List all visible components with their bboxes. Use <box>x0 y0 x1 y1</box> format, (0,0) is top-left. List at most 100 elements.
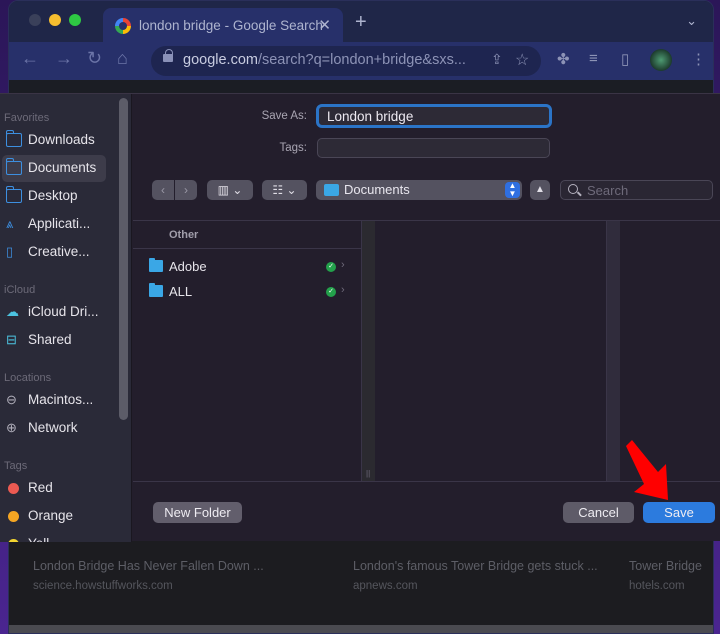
sidebar-tag-orange[interactable]: Orange <box>2 503 106 530</box>
more-menu-icon[interactable]: ⋮ <box>691 50 706 68</box>
location-label: Documents <box>344 182 410 197</box>
page-scroll-strip <box>9 625 713 633</box>
tab-close-icon[interactable]: ✕ <box>318 16 331 34</box>
sidebar-item-documents[interactable]: Documents <box>2 155 106 182</box>
result-card[interactable]: London Bridge Has Never Fallen Down ... … <box>33 559 264 592</box>
sidebar-item-label: Orange <box>28 508 74 523</box>
document-icon: ▯ <box>6 244 14 259</box>
grip-icon: || <box>366 469 371 478</box>
tab-bar: london bridge - Google Search ✕ + ⌄ <box>9 1 713 45</box>
folder-icon <box>324 184 339 196</box>
sidebar-item-label: Yell... <box>28 536 61 542</box>
result-title: Tower Bridge <box>629 559 702 573</box>
globe-icon: ⊕ <box>6 420 17 435</box>
sidebar-item-label: Downloads <box>28 132 95 147</box>
bookmark-star-icon[interactable]: ☆ <box>515 50 529 70</box>
collapse-toggle-button[interactable]: ▲ <box>530 180 550 200</box>
result-card[interactable]: Tower Bridge hotels.com <box>629 559 702 592</box>
location-dropdown[interactable]: Documents ▲ ▼ <box>316 180 522 200</box>
sidebar-item-label: Network <box>28 420 78 435</box>
browser-toolbar: ← → ↻ ⌂ google.com/search?q=london+bridg… <box>9 42 713 80</box>
folder-icon <box>149 258 163 272</box>
media-control-icon[interactable]: ≡ <box>589 50 598 67</box>
search-placeholder: Search <box>587 183 629 198</box>
section-favorites: Favorites <box>4 112 50 124</box>
window-close-button[interactable] <box>29 14 41 26</box>
sidebar-item-network[interactable]: ⊕ Network <box>2 415 106 442</box>
result-site: hotels.com <box>629 580 685 592</box>
dialog-main: Save As: Tags: ‹ › ▥ ⌄ ☷ ⌄ Documents ▲▼ … <box>133 94 720 542</box>
new-tab-icon[interactable]: + <box>355 11 367 34</box>
tab-title: london bridge - Google Search <box>139 18 323 33</box>
folder-icon <box>149 283 163 297</box>
search-icon <box>568 184 578 194</box>
save-as-input[interactable] <box>316 104 552 128</box>
column-resize-handle[interactable]: || <box>361 221 375 481</box>
synced-check-icon: ✓ <box>326 287 336 297</box>
tab-search-chevron-icon[interactable]: ⌄ <box>686 13 697 29</box>
result-card[interactable]: London's famous Tower Bridge gets stuck … <box>353 559 598 592</box>
sidebar-item-shared[interactable]: ⊟ Shared <box>2 327 106 354</box>
save-as-label: Save As: <box>261 110 307 122</box>
result-site: science.howstuffworks.com <box>33 580 173 592</box>
folder-icon <box>6 186 22 203</box>
save-button[interactable]: Save <box>643 502 715 523</box>
cancel-button[interactable]: Cancel <box>563 502 634 523</box>
back-arrow-icon[interactable]: ← <box>21 48 39 69</box>
orange-tag-dot-icon <box>8 511 19 522</box>
profile-avatar[interactable] <box>650 49 672 71</box>
column-header: Other <box>133 221 361 249</box>
forward-nav-button[interactable]: › <box>175 180 197 200</box>
file-row-all[interactable]: ALL ✓ › <box>133 280 361 304</box>
forward-arrow-icon[interactable]: → <box>55 48 73 69</box>
search-input[interactable]: Search <box>560 180 713 200</box>
tags-label: Tags: <box>279 142 308 154</box>
section-icloud: iCloud <box>4 284 36 296</box>
address-bar[interactable]: google.com/search?q=london+bridge&sxs...… <box>151 46 541 76</box>
sidebar-tag-yellow[interactable]: Yell... <box>2 531 106 542</box>
group-by-button[interactable]: ☷ ⌄ <box>262 180 307 200</box>
chevron-down-icon: ⌄ <box>232 183 243 197</box>
sidebar-item-desktop[interactable]: Desktop <box>2 183 106 210</box>
result-title: London's famous Tower Bridge gets stuck … <box>353 559 598 573</box>
folder-icon <box>6 158 22 175</box>
result-title: London Bridge Has Never Fallen Down ... <box>33 559 264 573</box>
back-nav-button[interactable]: ‹ <box>152 180 174 200</box>
home-icon[interactable]: ⌂ <box>117 48 128 69</box>
chevron-right-icon: › <box>341 284 345 296</box>
share-icon[interactable]: ⇪ <box>491 51 503 68</box>
side-panel-icon[interactable]: ▯ <box>621 50 629 68</box>
window-maximize-button[interactable] <box>69 14 81 26</box>
lock-icon <box>163 49 173 62</box>
sidebar-item-applications[interactable]: ⩓ Applicati... <box>2 211 106 238</box>
sidebar-item-icloud-drive[interactable]: ☁ iCloud Dri... <box>2 299 106 326</box>
view-mode-button[interactable]: ▥ ⌄ <box>207 180 253 200</box>
search-results-background: London Bridge Has Never Fallen Down ... … <box>9 541 713 633</box>
tags-input[interactable] <box>317 138 550 158</box>
red-tag-dot-icon <box>8 483 19 494</box>
save-dialog: Favorites Downloads Documents Desktop ⩓ … <box>0 93 720 542</box>
window-minimize-button[interactable] <box>49 14 61 26</box>
sidebar-scrollbar[interactable] <box>119 98 128 420</box>
sidebar-item-label: Red <box>28 480 53 495</box>
browser-tab[interactable]: london bridge - Google Search ✕ <box>103 8 343 45</box>
reload-icon[interactable]: ↻ <box>87 48 102 69</box>
file-row-adobe[interactable]: Adobe ✓ › <box>133 255 361 279</box>
sidebar-item-downloads[interactable]: Downloads <box>2 127 106 154</box>
sidebar-item-macintosh-hd[interactable]: ⊖ Macintos... <box>2 387 106 414</box>
new-folder-button[interactable]: New Folder <box>153 502 242 523</box>
folder-icon <box>6 130 22 147</box>
sidebar-item-creative-cloud[interactable]: ▯ Creative... <box>2 239 106 266</box>
sidebar-item-label: Desktop <box>28 188 78 203</box>
chevron-right-icon: › <box>341 259 345 271</box>
dialog-sidebar: Favorites Downloads Documents Desktop ⩓ … <box>0 94 132 542</box>
sidebar-tag-red[interactable]: Red <box>2 475 106 502</box>
columns-view-icon: ▥ <box>217 183 229 197</box>
extensions-puzzle-icon[interactable]: ✤ <box>557 50 570 68</box>
section-locations: Locations <box>4 372 52 384</box>
applications-icon: ⩓ <box>6 216 14 231</box>
sidebar-item-label: iCloud Dri... <box>28 304 99 319</box>
sidebar-item-label: Documents <box>28 160 97 175</box>
column-resize-handle[interactable] <box>606 221 620 481</box>
sidebar-item-label: Macintos... <box>28 392 94 407</box>
